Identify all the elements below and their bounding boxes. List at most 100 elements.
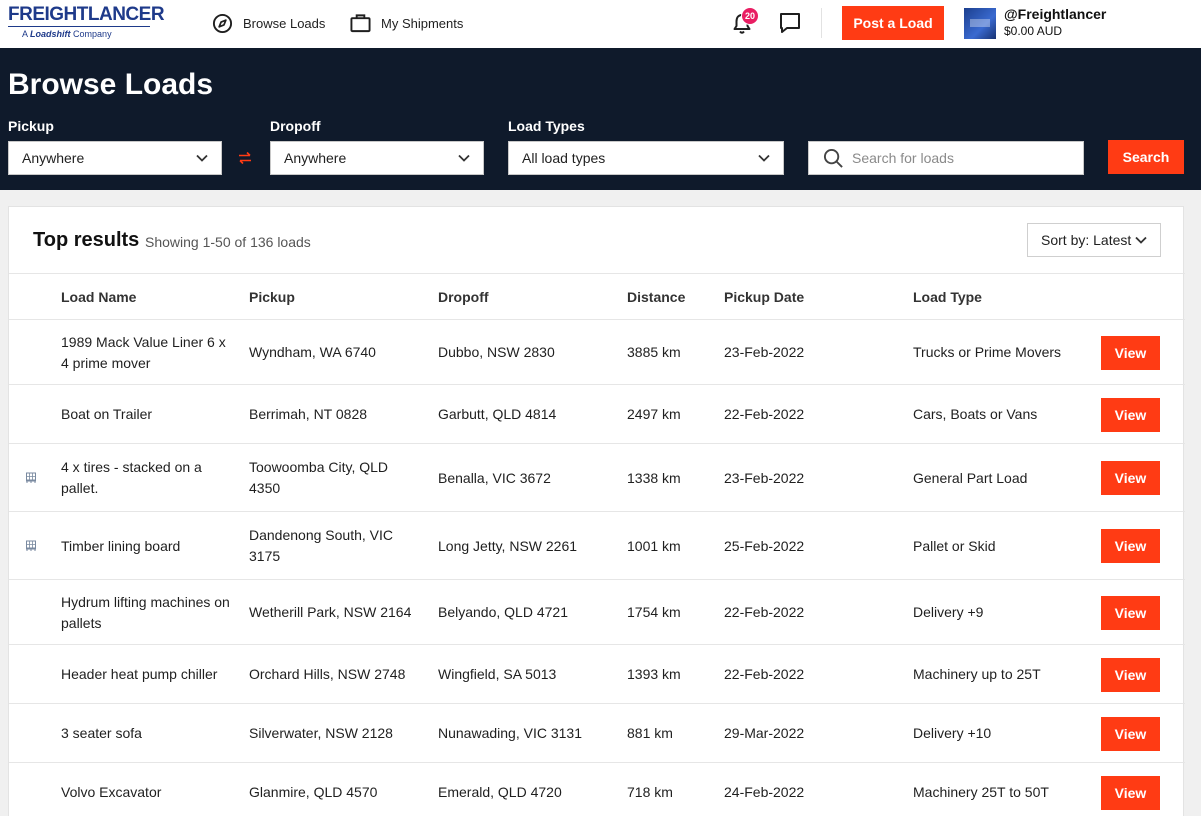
distance: 3885 km [627, 344, 681, 360]
load-name[interactable]: Boat on Trailer [61, 385, 237, 444]
browse-loads-filter-banner: Browse Loads Pickup Anywhere Dropoff Any… [0, 48, 1201, 190]
dropoff-select[interactable]: Anywhere [270, 141, 484, 175]
load-types-select-value: All load types [522, 150, 606, 166]
view-load-button[interactable]: View [1101, 461, 1160, 495]
distance: 2497 km [627, 406, 681, 422]
distance: 1393 km [627, 666, 681, 682]
nav-shipments-label: My Shipments [381, 15, 464, 31]
sort-dropdown[interactable]: Sort by: Latest [1027, 223, 1161, 257]
results-header-divider [9, 273, 1185, 274]
search-field[interactable] [808, 141, 1084, 175]
pallet-icon [26, 540, 36, 551]
load-type: Pallet or Skid [913, 537, 996, 554]
column-header-distance: Distance [627, 289, 686, 305]
account-username[interactable]: @Freightlancer [1004, 6, 1106, 22]
nav-browse-loads[interactable]: Browse Loads [212, 11, 325, 35]
view-load-button[interactable]: View [1101, 716, 1160, 751]
logo-underline [8, 26, 150, 27]
chevron-down-icon [758, 154, 770, 162]
dropoff-location: Belyando, QLD 4721 [438, 604, 568, 620]
dropoff-location: Garbutt, QLD 4814 [438, 406, 557, 422]
pickup-location: Berrimah, NT 0828 [249, 406, 368, 422]
view-load-button[interactable]: View [1101, 529, 1160, 563]
table-row[interactable]: 1989 Mack Value Liner 6 x 4 prime mover … [9, 319, 1185, 384]
account-balance: $0.00 AUD [1004, 24, 1063, 38]
dropoff-location: Wingfield, SA 5013 [438, 666, 557, 682]
table-row[interactable]: Header heat pump chiller Orchard Hills, … [9, 644, 1185, 703]
avatar[interactable] [964, 8, 996, 39]
view-load-button[interactable]: View [1101, 657, 1160, 692]
chevron-down-icon [458, 154, 470, 162]
swap-locations-icon[interactable] [237, 150, 253, 166]
table-row[interactable]: Boat on Trailer Berrimah, NT 0828 Garbut… [9, 384, 1185, 443]
load-type: Cars, Boats or Vans [913, 406, 1038, 422]
column-header-pickup-date: Pickup Date [724, 289, 805, 305]
notification-count-badge: 20 [741, 7, 759, 25]
view-load-button[interactable]: View [1101, 775, 1160, 810]
pickup-date: 23-Feb-2022 [724, 344, 805, 360]
pickup-date: 24-Feb-2022 [724, 784, 805, 800]
dropoff-location: Long Jetty, NSW 2261 [438, 537, 578, 554]
pickup-date: 23-Feb-2022 [724, 469, 805, 486]
pickup-location: Toowoomba City, QLD 4350 [249, 459, 389, 496]
results-title: Top results [33, 229, 140, 251]
column-header-pickup: Pickup [249, 289, 295, 305]
view-load-button[interactable]: View [1101, 335, 1160, 370]
logo-tagline: A Loadshift Company [22, 29, 112, 39]
pickup-date: 22-Feb-2022 [724, 604, 805, 620]
logo-tagline-suffix: Company [73, 29, 112, 39]
column-header-load-name: Load Name [61, 289, 137, 305]
dropoff-label: Dropoff [270, 118, 321, 134]
load-type: Delivery +10 [913, 725, 992, 741]
view-load-button[interactable]: View [1101, 397, 1160, 432]
chevron-down-icon [1135, 236, 1147, 244]
load-types-select[interactable]: All load types [508, 141, 784, 175]
dropoff-location: Emerald, QLD 4720 [438, 784, 562, 800]
dropoff-select-value: Anywhere [284, 150, 347, 166]
distance: 881 km [627, 725, 673, 741]
pickup-date: 22-Feb-2022 [724, 406, 805, 422]
table-row[interactable]: Volvo Excavator Glanmire, QLD 4570 Emera… [9, 762, 1185, 816]
load-name[interactable]: Hydrum lifting machines on pallets [61, 580, 237, 645]
chat-icon[interactable] [778, 11, 802, 35]
freightlancer-logo[interactable]: FREIGHTLANCER A Loadshift Company [8, 5, 165, 41]
pickup-date: 22-Feb-2022 [724, 666, 805, 682]
post-a-load-button[interactable]: Post a Load [842, 6, 944, 40]
load-name[interactable]: Header heat pump chiller [61, 645, 237, 704]
load-type: General Part Load [913, 469, 1028, 486]
column-header-dropoff: Dropoff [438, 289, 489, 305]
pickup-select-value: Anywhere [22, 150, 85, 166]
load-name[interactable]: Timber lining board [61, 512, 237, 580]
table-row[interactable]: 4 x tires - stacked on a pallet. Toowoom… [9, 443, 1185, 511]
chevron-down-icon [196, 154, 208, 162]
load-types-label: Load Types [508, 118, 585, 134]
load-type: Machinery 25T to 50T [913, 784, 1049, 800]
view-load-button[interactable]: View [1101, 595, 1160, 630]
load-name[interactable]: 3 seater sofa [61, 704, 237, 763]
briefcase-icon [350, 14, 371, 33]
distance: 718 km [627, 784, 673, 800]
distance: 1754 km [627, 604, 681, 620]
pickup-select[interactable]: Anywhere [8, 141, 222, 175]
sort-label: Sort by: Latest [1041, 232, 1132, 248]
logo-tagline-brand: Loadshift [30, 29, 71, 39]
column-header-load-type: Load Type [913, 289, 982, 305]
search-input[interactable] [852, 150, 1072, 166]
search-button[interactable]: Search [1108, 140, 1184, 174]
search-icon [823, 148, 843, 168]
dropoff-location: Nunawading, VIC 3131 [438, 725, 582, 741]
nav-divider [821, 8, 822, 38]
pickup-location: Wyndham, WA 6740 [249, 344, 376, 360]
table-row[interactable]: Hydrum lifting machines on pallets Wethe… [9, 579, 1185, 644]
table-row[interactable]: Timber lining board Dandenong South, VIC… [9, 511, 1185, 579]
load-name[interactable]: Volvo Excavator [61, 763, 237, 816]
load-name[interactable]: 4 x tires - stacked on a pallet. [61, 444, 237, 512]
load-name[interactable]: 1989 Mack Value Liner 6 x 4 prime mover [61, 320, 237, 385]
load-type: Trucks or Prime Movers [913, 344, 1062, 360]
pickup-location: Silverwater, NSW 2128 [249, 725, 393, 741]
pallet-icon [26, 472, 36, 483]
distance: 1338 km [627, 469, 681, 486]
nav-my-shipments[interactable]: My Shipments [350, 11, 463, 35]
table-row[interactable]: 3 seater sofa Silverwater, NSW 2128 Nuna… [9, 703, 1185, 762]
dropoff-location: Benalla, VIC 3672 [438, 469, 551, 486]
